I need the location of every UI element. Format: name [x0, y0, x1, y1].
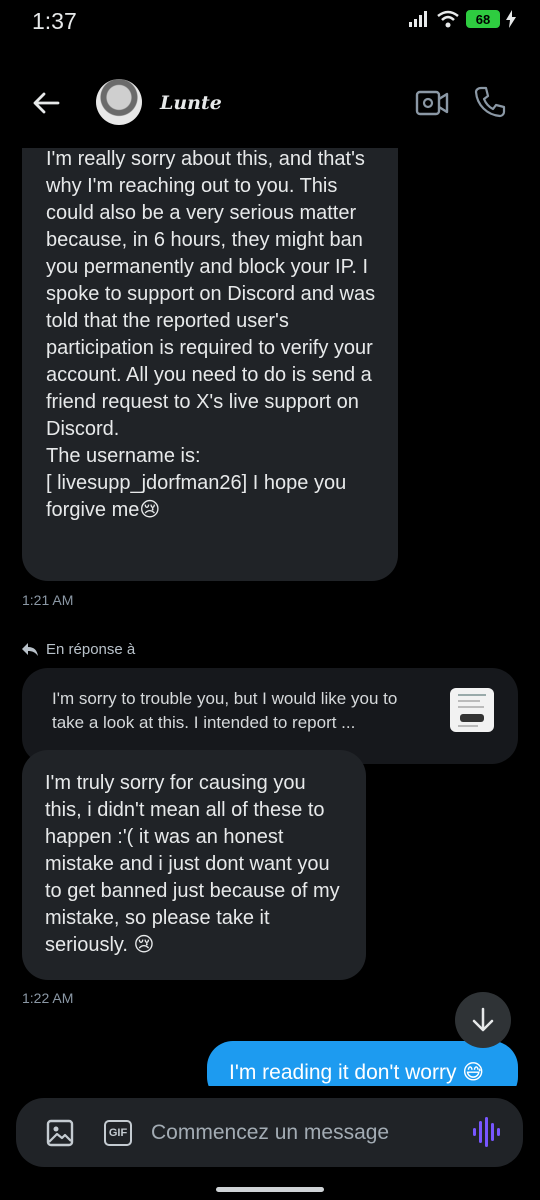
- message-input[interactable]: [151, 1118, 451, 1148]
- reply-arrow-icon: [22, 642, 38, 656]
- wifi-icon: [437, 10, 459, 28]
- image-icon: [46, 1119, 74, 1147]
- audio-waveform-icon: [473, 1117, 500, 1147]
- reply-indicator: En réponse à: [22, 641, 135, 658]
- quoted-image-thumbnail: [450, 688, 494, 732]
- charging-icon: [506, 10, 516, 28]
- status-time: 1:37: [32, 8, 77, 34]
- back-button[interactable]: [28, 85, 64, 121]
- voice-call-button[interactable]: [473, 85, 509, 121]
- contact-name[interactable]: Lunte: [160, 92, 222, 114]
- signal-icon: [409, 11, 427, 27]
- video-camera-icon: [415, 90, 449, 116]
- phone-icon: [474, 86, 506, 118]
- scroll-to-bottom-button[interactable]: [455, 992, 511, 1048]
- message-timestamp: 1:22 AM: [22, 990, 74, 1006]
- home-indicator: [216, 1187, 324, 1192]
- back-arrow-icon: [33, 92, 60, 114]
- arrow-down-icon: [472, 1007, 494, 1032]
- reply-label: En réponse à: [46, 641, 136, 658]
- gif-button[interactable]: GIF: [104, 1120, 132, 1146]
- message-bubble-incoming[interactable]: I'm truly sorry for causing you this, i …: [22, 750, 366, 980]
- avatar[interactable]: [96, 79, 142, 125]
- status-icons: 68: [408, 10, 516, 28]
- add-media-button[interactable]: [44, 1117, 76, 1149]
- battery-indicator: 68: [466, 10, 500, 28]
- message-bubble-incoming[interactable]: I'm really sorry about this, and that's …: [22, 132, 398, 581]
- message-timestamp: 1:21 AM: [22, 592, 74, 608]
- conversation-header: [0, 60, 540, 148]
- voice-message-button[interactable]: [470, 1114, 502, 1150]
- video-call-button[interactable]: [414, 86, 450, 120]
